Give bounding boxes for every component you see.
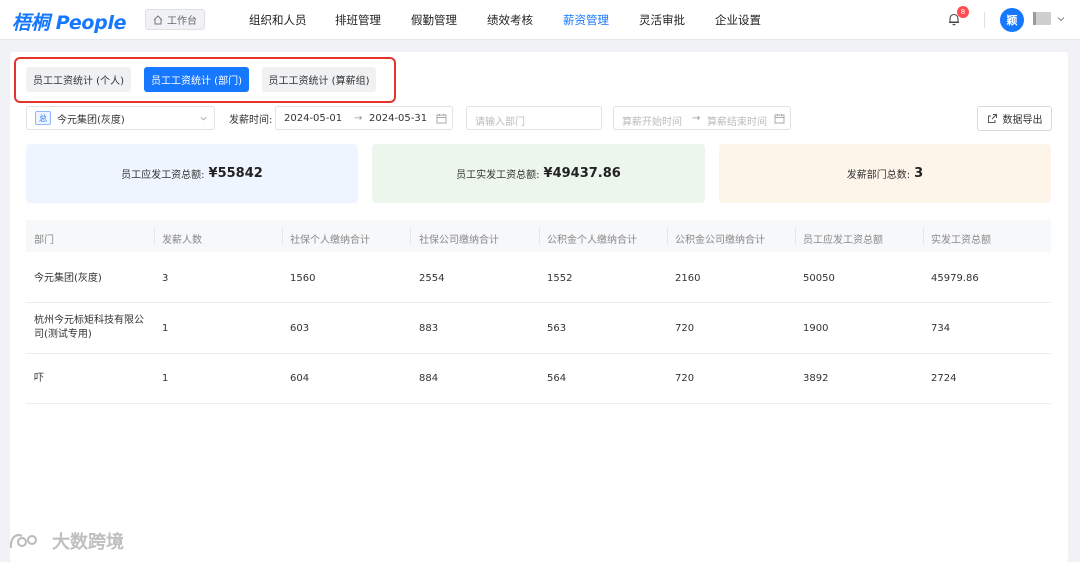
export-icon: [987, 114, 997, 123]
stat-value: ¥55842: [208, 166, 263, 181]
table-cell: 564: [547, 373, 567, 384]
table-cell: 563: [547, 323, 567, 334]
row-divider: [26, 403, 1051, 404]
column-separator: [795, 228, 796, 244]
top-navigation-bar: 梧桐 People 工作台 组织和人员 排班管理 假勤管理 绩效考核 薪资管理 …: [0, 0, 1080, 40]
column-separator: [282, 228, 283, 244]
company-value: 今元集团(灰度): [57, 114, 125, 126]
range-arrow: →: [692, 113, 701, 124]
table-cell-department: 吓: [34, 373, 44, 384]
date-end: 2024-05-31: [369, 113, 428, 124]
nav-shift[interactable]: 排班管理: [335, 0, 381, 40]
column-header: 社保个人缴纳合计: [290, 235, 370, 246]
table-cell-department: 杭州今元标矩科技有限公司(测试专用): [34, 315, 144, 340]
table-cell: 1900: [803, 323, 829, 334]
table-cell: 1552: [547, 273, 573, 284]
pay-time-label: 发薪时间:: [229, 115, 273, 126]
nav-salary[interactable]: 薪资管理: [563, 0, 609, 40]
column-header: 员工应发工资总额: [803, 235, 883, 246]
stat-label: 员工实发工资总额:: [456, 170, 540, 181]
table-cell: 884: [419, 373, 439, 384]
calc-start-placeholder: 算薪开始时间: [622, 117, 682, 128]
table-cell-department: 今元集团(灰度): [34, 273, 102, 284]
column-separator: [923, 228, 924, 244]
pay-date-range[interactable]: 2024-05-01 → 2024-05-31: [275, 106, 453, 130]
watermark: 大数跨境: [8, 528, 124, 554]
avatar[interactable]: 颖: [1000, 8, 1024, 32]
column-header: 公积金个人缴纳合计: [547, 235, 637, 246]
company-select[interactable]: 总 今元集团(灰度): [26, 106, 215, 130]
column-header: 部门: [34, 235, 54, 246]
range-arrow: →: [354, 113, 363, 124]
workbench-button[interactable]: 工作台: [145, 9, 205, 30]
tab-department[interactable]: 员工工资统计 (部门): [144, 67, 249, 92]
table-cell: 734: [931, 323, 951, 334]
table-cell: 2160: [675, 273, 701, 284]
table-cell: 1: [162, 373, 169, 384]
calc-date-range[interactable]: 算薪开始时间 → 算薪结束时间: [613, 106, 791, 130]
stat-value: ¥49437.86: [543, 166, 621, 181]
nav-org-people[interactable]: 组织和人员: [249, 0, 307, 40]
header-divider: [984, 12, 985, 28]
nav-performance[interactable]: 绩效考核: [487, 0, 533, 40]
table-cell: 2724: [931, 373, 957, 384]
calendar-icon: [774, 114, 785, 124]
column-header: 社保公司缴纳合计: [419, 235, 499, 246]
table-cell: 720: [675, 323, 695, 334]
table-cell: 3: [162, 273, 169, 284]
stat-card-actual: 员工实发工资总额: ¥49437.86: [372, 144, 705, 203]
home-icon: [153, 14, 163, 24]
nav-attendance[interactable]: 假勤管理: [411, 0, 457, 40]
calendar-icon: [436, 114, 447, 124]
export-button[interactable]: 数据导出: [977, 106, 1052, 131]
column-separator: [154, 228, 155, 244]
notification-badge: 8: [957, 6, 969, 18]
company-tag: 总: [35, 111, 51, 125]
table-cell: 604: [290, 373, 310, 384]
user-name-redacted[interactable]: [1033, 12, 1051, 25]
table-cell: 720: [675, 373, 695, 384]
stat-card-departments: 发薪部门总数: 3: [719, 144, 1051, 203]
workbench-label: 工作台: [167, 16, 197, 27]
date-start: 2024-05-01: [284, 113, 343, 124]
stat-label: 发薪部门总数:: [846, 170, 911, 181]
table-cell: 45979.86: [931, 273, 979, 284]
stat-value: 3: [914, 166, 924, 181]
table-cell: 3892: [803, 373, 829, 384]
tab-payroll-group[interactable]: 员工工资统计 (算薪组): [262, 67, 376, 92]
table-cell: 2554: [419, 273, 445, 284]
watermark-logo-icon: [9, 534, 38, 549]
app-logo[interactable]: 梧桐 People: [12, 8, 127, 35]
row-divider: [26, 302, 1051, 303]
table-cell: 883: [419, 323, 439, 334]
table-cell: 50050: [803, 273, 835, 284]
column-separator: [410, 228, 411, 244]
chevron-down-icon[interactable]: [1056, 14, 1066, 24]
column-header: 公积金公司缴纳合计: [675, 235, 765, 246]
nav-enterprise-settings[interactable]: 企业设置: [715, 0, 761, 40]
table-cell: 1560: [290, 273, 316, 284]
stat-label: 员工应发工资总额:: [121, 170, 205, 181]
column-separator: [667, 228, 668, 244]
department-input[interactable]: 请输入部门: [466, 106, 602, 130]
table-cell: 603: [290, 323, 310, 334]
column-separator: [539, 228, 540, 244]
table-cell: 1: [162, 323, 169, 334]
tab-personal[interactable]: 员工工资统计 (个人): [26, 67, 131, 92]
nav-approval[interactable]: 灵活审批: [639, 0, 685, 40]
column-header: 发薪人数: [162, 235, 202, 246]
calc-end-placeholder: 算薪结束时间: [707, 117, 767, 128]
export-label: 数据导出: [1002, 115, 1043, 126]
row-divider: [26, 353, 1051, 354]
stat-card-payable: 员工应发工资总额: ¥55842: [26, 144, 358, 203]
column-header: 实发工资总额: [931, 235, 991, 246]
chevron-down-icon: [200, 116, 207, 121]
watermark-text: 大数跨境: [52, 532, 124, 553]
